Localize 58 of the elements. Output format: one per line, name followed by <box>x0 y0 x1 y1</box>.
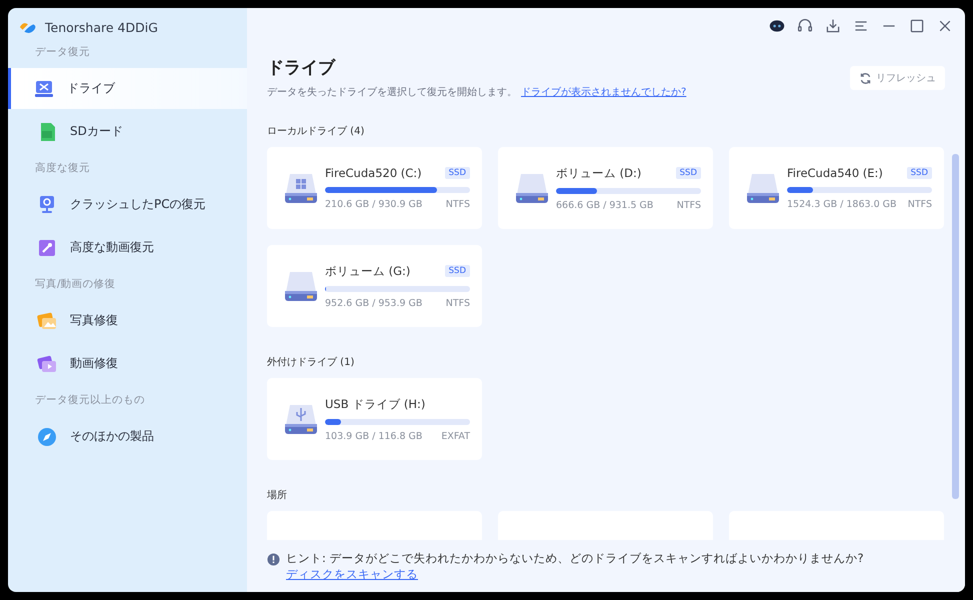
drive-name: FireCuda520 (C:) <box>325 166 422 180</box>
sidebar-group-title: データ復元以上のもの <box>34 393 146 408</box>
drive-type-tag: SSD <box>444 167 470 179</box>
app-name: Tenorshare 4DDiG <box>45 20 158 35</box>
robot-icon[interactable] <box>769 18 785 34</box>
compass-icon <box>37 426 57 446</box>
sidebar-item[interactable]: SDカード <box>8 111 247 152</box>
hint-text: ヒント: データがどこで失われたかわからないため、どのドライブをスキャンすればよいかわかりませんか? ディスクをスキャンする <box>286 550 865 582</box>
monitor-icon <box>37 194 57 214</box>
sidebar-item[interactable]: 高度な動画復元 <box>8 227 247 268</box>
drive-icon <box>34 78 54 98</box>
file-system: EXFAT <box>441 430 470 442</box>
sidebar-group-title: データ復元 <box>34 45 91 60</box>
drive-size: 952.6 GB / 953.9 GB <box>325 298 422 308</box>
drive-size: 103.9 GB / 116.8 GB <box>325 430 422 442</box>
section-title: 外付けドライブ (1) <box>267 356 356 369</box>
wrench-icon <box>37 238 57 258</box>
sidebar-item[interactable]: 動画修復 <box>8 343 247 384</box>
drive-type-tag: SSD <box>906 167 932 179</box>
drive-type-tag: SSD <box>676 167 701 179</box>
video-icon <box>37 354 57 374</box>
sidebar-item[interactable]: 写真修復 <box>8 300 247 341</box>
help-link[interactable]: ドライブが表示されませんでしたか? <box>521 87 686 98</box>
drive-type-tag: SSD <box>444 265 470 277</box>
scrollbar-thumb[interactable] <box>952 154 959 499</box>
page-title: ドライブ <box>267 57 337 79</box>
drive-card[interactable]: ボリューム (D:) SSD 666.6 GB / 931.5 GB NTFS <box>498 147 713 229</box>
file-system: NTFS <box>676 200 701 210</box>
close-icon[interactable] <box>937 18 953 34</box>
sidebar-item[interactable]: クラッシュしたPCの復元 <box>8 184 247 225</box>
download-icon[interactable] <box>825 18 841 34</box>
photo-icon <box>37 310 57 330</box>
maximize-icon[interactable] <box>909 18 925 34</box>
drive-size: 210.6 GB / 930.9 GB <box>325 199 422 210</box>
refresh-icon <box>859 72 872 84</box>
headset-icon[interactable] <box>797 18 813 34</box>
drive-size: 666.6 GB / 931.5 GB <box>556 200 654 210</box>
drive-card[interactable]: USB ドライブ (H:) 103.9 GB / 116.8 GB EXFAT <box>267 378 482 460</box>
drive-name: USB ドライブ (H:) <box>325 396 426 412</box>
drive-card[interactable]: FireCuda520 (C:) SSD 210.6 GB / 930.9 GB NTFS <box>267 147 482 229</box>
sidebar-item[interactable]: ドライブ <box>8 68 247 109</box>
file-system: NTFS <box>446 199 470 210</box>
section-title: ローカルドライブ (4) <box>267 124 366 138</box>
drive-size: 1524.3 GB / 1863.0 GB <box>787 199 897 210</box>
page-subtitle: データを失ったドライブを選択して復元を開始します。 <box>267 87 517 98</box>
file-system: NTFS <box>446 298 470 308</box>
file-system: NTFS <box>908 199 932 210</box>
scan-disk-link[interactable]: ディスクをスキャンする <box>286 567 418 581</box>
sidebar-group-title: 高度な復元 <box>34 161 91 176</box>
sidebar-group-title: 写真/動画の修復 <box>34 277 117 292</box>
section-title: 場所 <box>267 488 288 502</box>
sidebar-item[interactable]: そのほかの製品 <box>8 416 247 457</box>
drive-card[interactable]: FireCuda540 (E:) SSD 1524.3 GB / 1863.0 GB NTFS <box>729 147 944 229</box>
drive-name: ボリューム (G:) <box>325 264 410 278</box>
drive-name: ボリューム (D:) <box>556 166 642 180</box>
info-icon <box>267 553 280 566</box>
drive-name: FireCuda540 (E:) <box>787 166 883 180</box>
drive-card[interactable]: ボリューム (G:) SSD 952.6 GB / 953.9 GB NTFS <box>267 245 482 327</box>
